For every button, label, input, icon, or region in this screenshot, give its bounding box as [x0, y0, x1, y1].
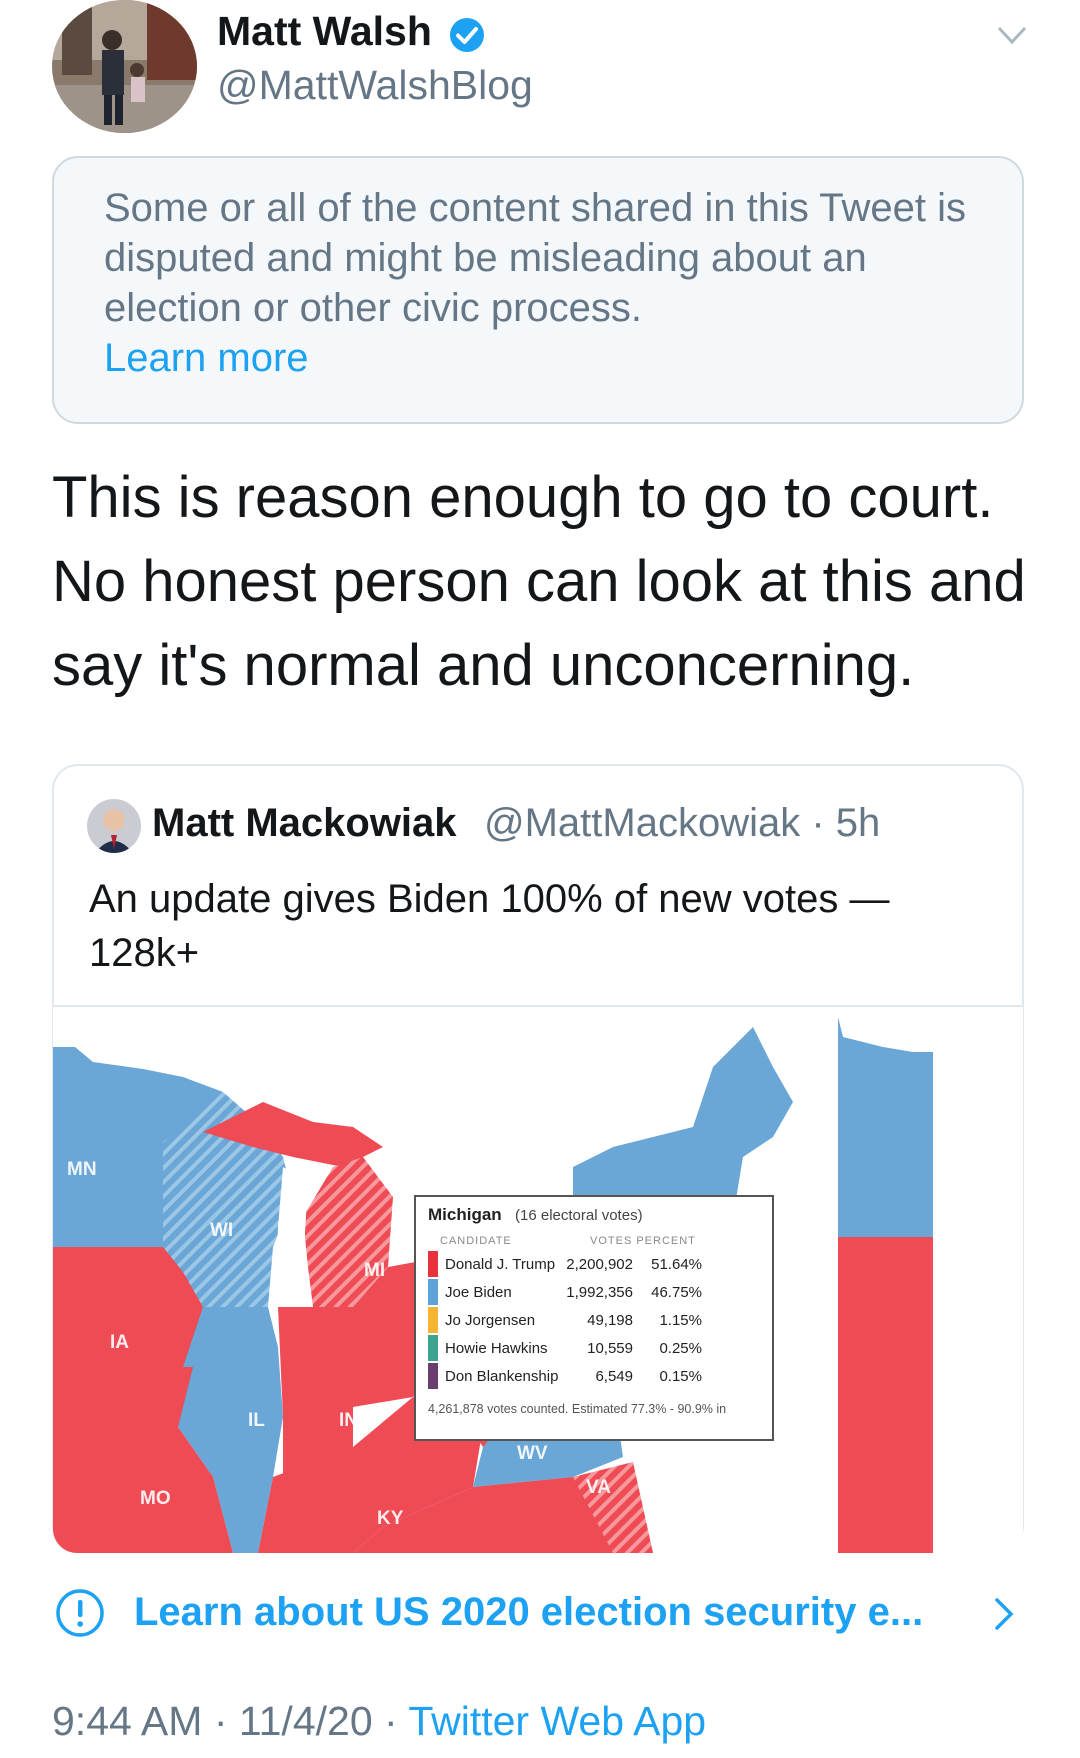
candidate-percent: 0.25%: [659, 1340, 702, 1357]
state-label-va: VA: [586, 1477, 611, 1498]
state-label-ia: IA: [110, 1332, 129, 1353]
state-label-mn: MN: [67, 1159, 97, 1180]
separator: ·: [372, 1698, 409, 1744]
swatch-blankenship: [428, 1363, 438, 1389]
author-avatar[interactable]: [52, 0, 197, 133]
tweet-date: 11/4/20: [238, 1698, 373, 1744]
candidate-votes: 2,200,902: [566, 1256, 633, 1273]
quoted-author-avatar[interactable]: [87, 799, 141, 853]
swatch-trump: [428, 1251, 438, 1277]
state-label-ia-right: IA: [977, 1305, 996, 1326]
popup-header-votes-percent: VOTES PERCENT: [590, 1235, 696, 1247]
verified-badge-icon: [447, 15, 487, 55]
state-label-wv: WV: [517, 1443, 548, 1464]
candidate-percent: 1.15%: [659, 1312, 702, 1329]
author-handle[interactable]: @MattWalshBlog: [217, 62, 533, 109]
state-label-mn-right: MN: [935, 1133, 965, 1154]
state-label-mo: MO: [140, 1488, 171, 1509]
candidate-name: Don Blankenship: [445, 1368, 559, 1385]
quoted-age: 5h: [835, 801, 881, 845]
candidate-votes: 49,198: [587, 1312, 633, 1329]
quoted-author-name[interactable]: Matt Mackowiak: [152, 801, 457, 846]
candidate-percent: 0.15%: [659, 1368, 702, 1385]
separator: ·: [202, 1698, 239, 1744]
popup-state-name: Michigan: [428, 1205, 502, 1224]
swatch-hawkins: [428, 1335, 438, 1361]
tweet-metadata: 9:44 AM · 11/4/20 · Twitter Web App: [52, 1698, 706, 1745]
candidate-votes: 10,559: [587, 1340, 633, 1357]
tweet-source-link[interactable]: Twitter Web App: [408, 1698, 706, 1744]
state-label-me: ME: [797, 1097, 826, 1118]
candidate-percent: 46.75%: [651, 1284, 702, 1301]
state-label-mi: MI: [364, 1260, 386, 1281]
tweet-time: 9:44 AM: [52, 1698, 203, 1744]
candidate-name: Donald J. Trump: [445, 1256, 556, 1273]
state-label-in: IN: [339, 1410, 358, 1431]
popup-header-candidate: CANDIDATE: [440, 1235, 512, 1247]
election-security-link[interactable]: Learn about US 2020 election security e.…: [134, 1590, 923, 1635]
candidate-votes: 6,549: [595, 1368, 633, 1385]
quoted-author-handle[interactable]: @MattMackowiak · 5h: [484, 801, 880, 846]
quoted-handle-text: @MattMackowiak: [484, 801, 801, 845]
candidate-name: Jo Jorgensen: [445, 1312, 536, 1329]
info-icon[interactable]: [54, 1587, 106, 1639]
swatch-biden: [428, 1279, 438, 1305]
candidate-name: Joe Biden: [445, 1284, 512, 1301]
state-label-wi: WI: [210, 1220, 234, 1241]
notice-text: Some or all of the content shared in thi…: [104, 186, 966, 330]
state-label-ky: KY: [377, 1508, 404, 1529]
candidate-name: Howie Hawkins: [445, 1340, 548, 1357]
chevron-right-icon[interactable]: [991, 1594, 1019, 1634]
candidate-votes: 1,992,356: [566, 1284, 633, 1301]
candidate-percent: 51.64%: [651, 1256, 702, 1273]
tweet-text: This is reason enough to go to court. No…: [52, 465, 1026, 698]
chevron-down-icon[interactable]: [995, 20, 1029, 50]
separator: ·: [800, 801, 836, 845]
popup-footer: 4,261,878 votes counted. Estimated 77.3%…: [428, 1402, 727, 1416]
quoted-tweet-text: An update gives Biden 100% of new votes …: [89, 877, 890, 975]
state-label-m-right: M: [1004, 1462, 1020, 1483]
swatch-jorgensen: [428, 1307, 438, 1333]
author-display-name[interactable]: Matt Walsh: [217, 8, 432, 55]
learn-more-link[interactable]: Learn more: [104, 336, 309, 381]
popup-electoral-votes: (16 electoral votes): [515, 1207, 643, 1224]
state-label-il: IL: [248, 1410, 265, 1431]
